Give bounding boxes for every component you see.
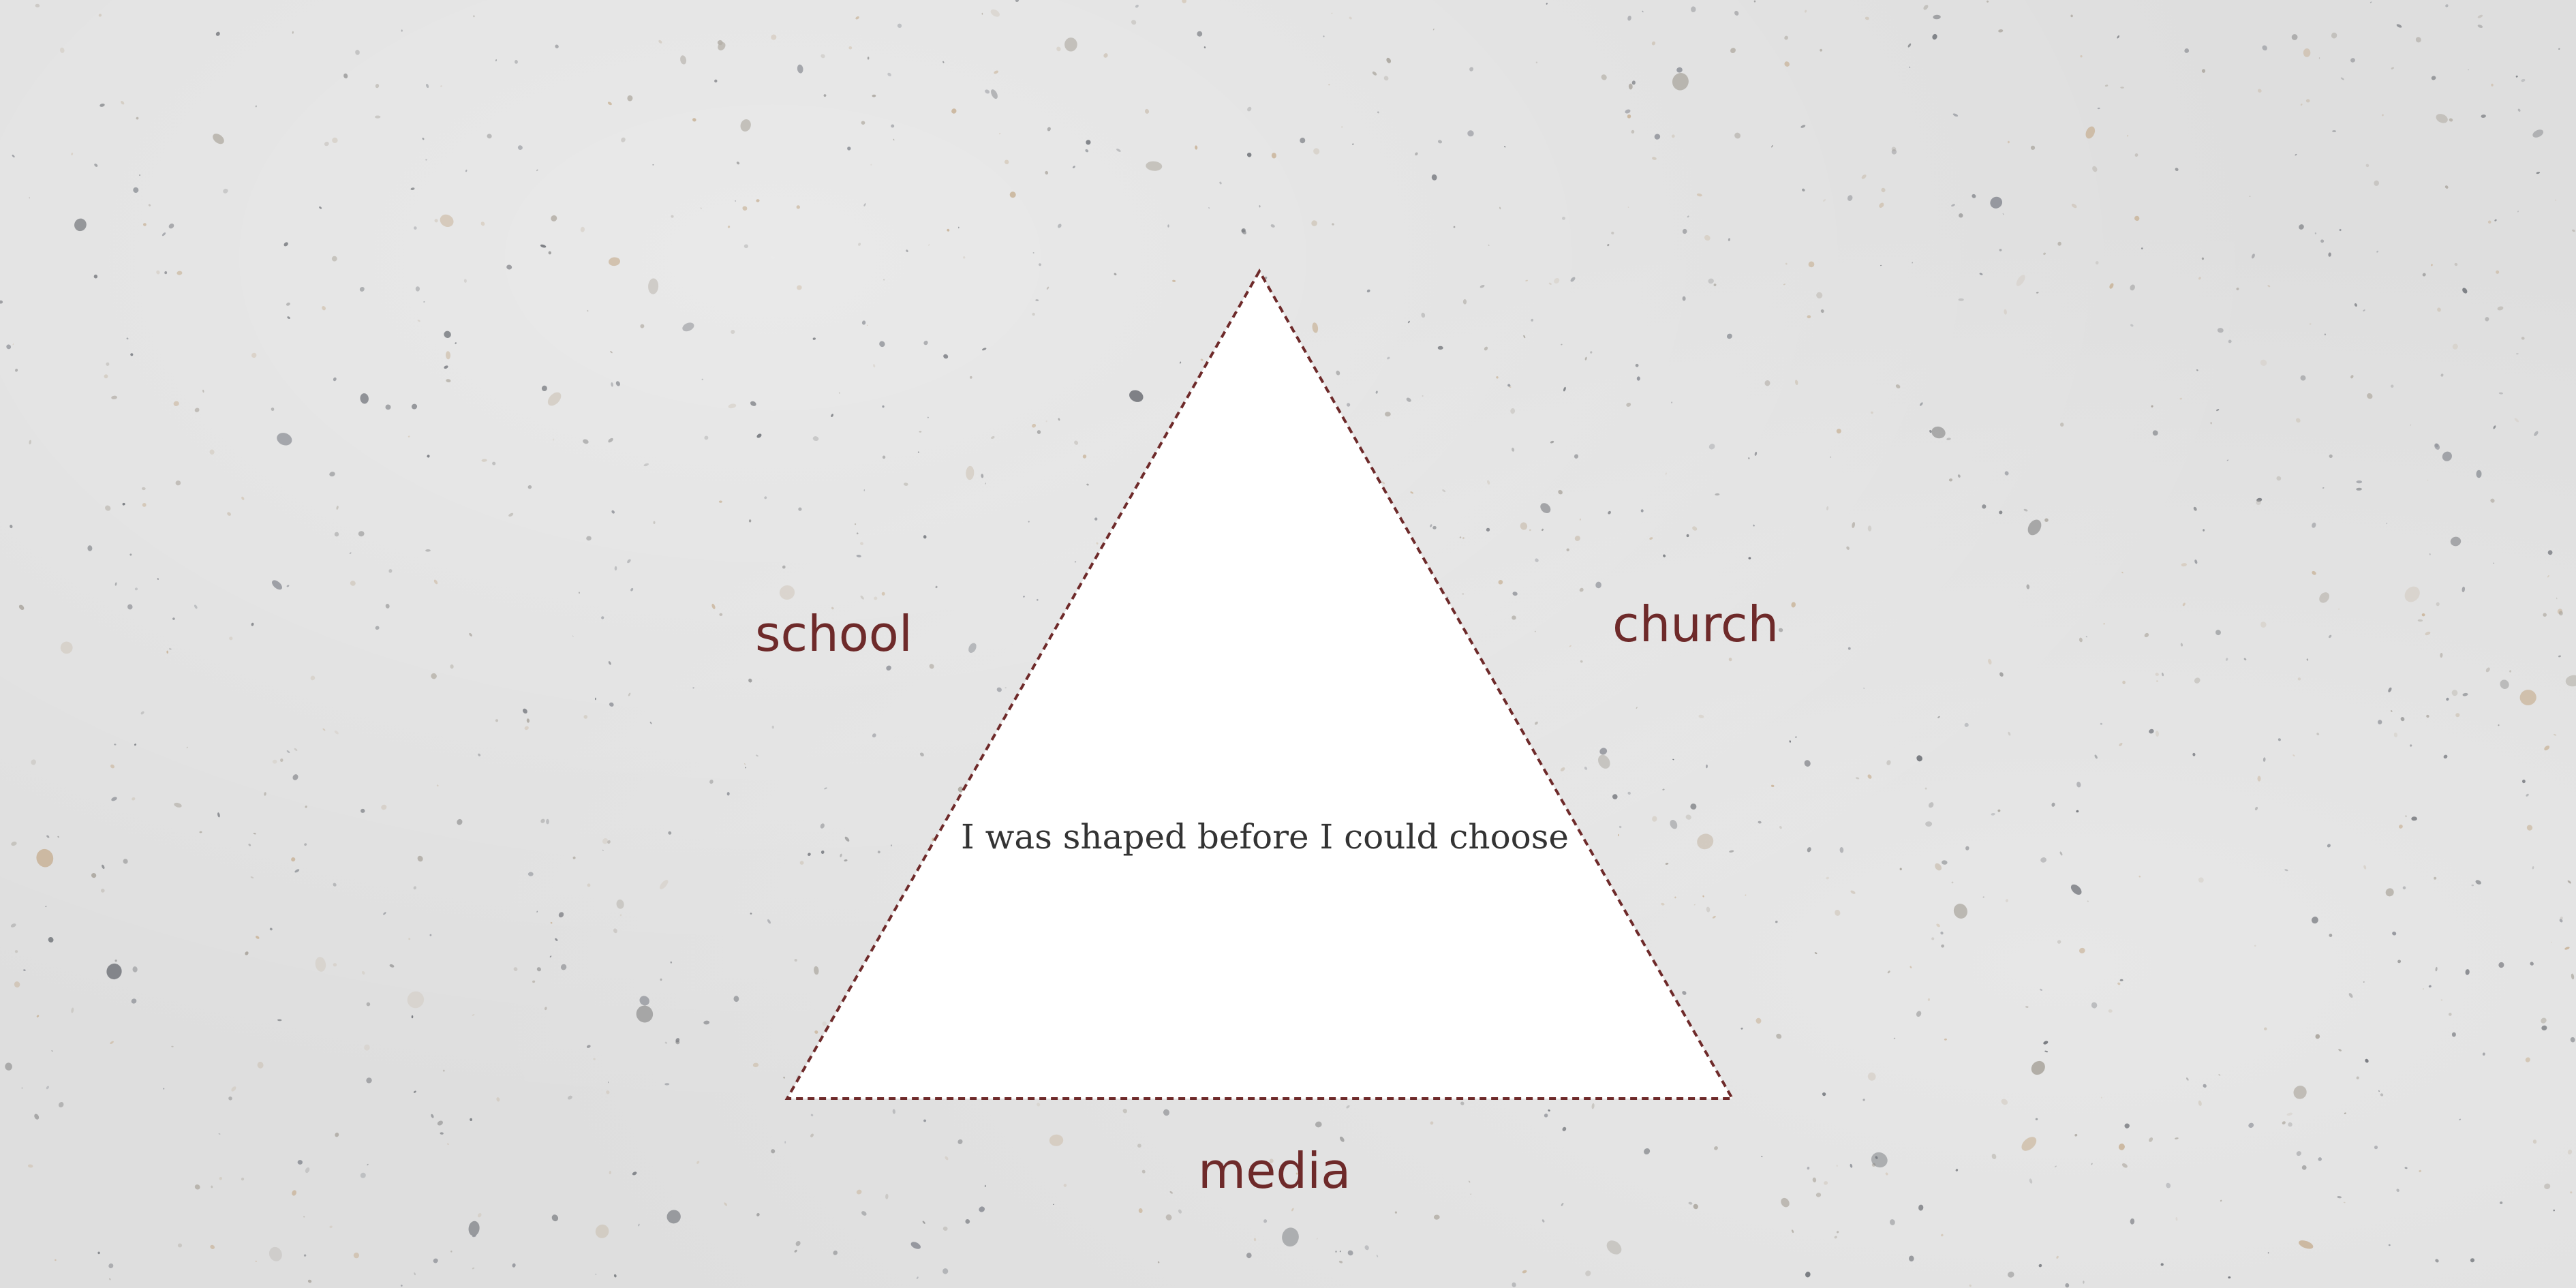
triangle-shape — [784, 268, 1735, 1100]
side-label-bottom: media — [1198, 1142, 1351, 1199]
triangle-center-text: I was shaped before I could choose — [960, 817, 1569, 857]
side-label-left: school — [755, 605, 913, 662]
triangle-diagram — [784, 268, 1735, 1100]
slide-canvas: I was shaped before I could choose schoo… — [0, 0, 2576, 1288]
side-label-right: church — [1612, 596, 1779, 653]
